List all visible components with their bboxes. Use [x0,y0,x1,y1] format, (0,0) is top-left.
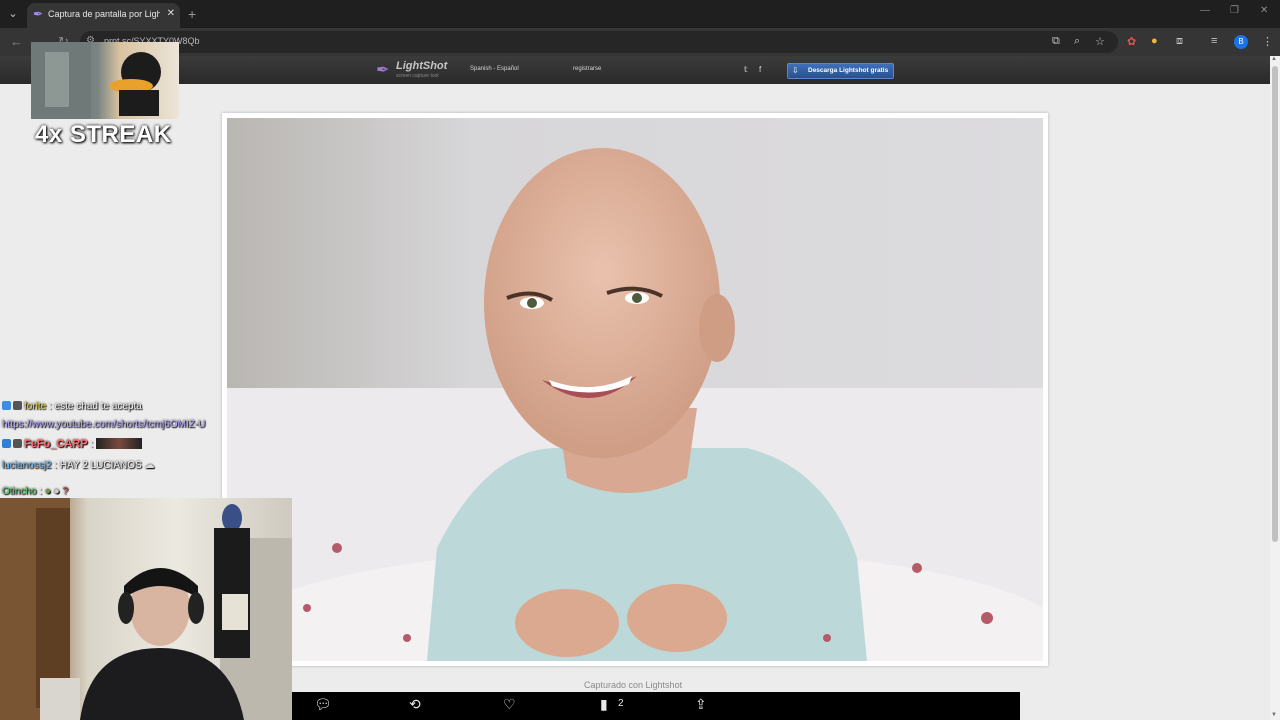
page-scrollbar[interactable]: ▲ ▼ [1270,56,1280,720]
chat-username: lucianossj2 [2,460,52,471]
screenshot-caption: Capturado con Lightshot [584,680,683,690]
bookmark-star-icon[interactable]: ☆ [1095,35,1105,48]
screenshot-frame [222,113,1048,666]
cartoon-duck-illustration [31,42,161,119]
badge-icon [2,401,11,410]
frog-emote-icon: ● [44,486,51,497]
feather-icon: ✒ [33,7,44,21]
photo-illustration [227,118,1043,661]
bomb-emote-icon: ● [53,486,60,497]
views-count: 2 [618,698,624,709]
chat-separator: : [46,401,55,412]
media-control-icon[interactable]: ≡ [1211,35,1217,47]
scrollbar-thumb[interactable] [1272,66,1278,542]
views-bar-chart-icon[interactable]: ▮ [600,696,608,713]
feather-logo-icon: ✒ [376,62,390,79]
chat-username: Otincho [2,486,37,497]
tab-title: Captura de pantalla por Lightshot [48,9,160,19]
language-selector[interactable]: Spanish - Español [470,66,519,72]
twitter-icon[interactable]: 𝕥 [744,65,748,74]
screenshot-image[interactable] [227,118,1043,661]
scroll-down-icon[interactable]: ▼ [1271,712,1277,718]
chat-text: HAY 2 LUCIANOS [59,460,142,471]
question-mark-icon: ? [62,486,69,497]
install-app-icon[interactable]: ⧉ [1052,35,1060,48]
profile-avatar[interactable]: B [1234,35,1248,49]
new-tab-button[interactable]: + [188,6,196,22]
download-icon: ⇩ [792,66,799,75]
extension-icon[interactable]: ✿ [1127,35,1136,48]
chat-message: https://www.youtube.com/shorts/tcmj6OMIZ… [2,419,205,430]
maximize-button[interactable]: ❐ [1230,5,1239,16]
chat-message: forite : este chad te acepta [2,401,142,412]
browser-tab[interactable]: ✒ Captura de pantalla por Lightshot ✕ [27,3,180,28]
reply-comment-icon[interactable]: 💬︎ [314,696,332,713]
tab-search-chevron-down-icon[interactable]: ⌄ [4,5,22,23]
back-arrow-icon[interactable]: ← [10,34,23,49]
webcam-scene-illustration [0,498,292,720]
extension-icon[interactable]: ● [1151,35,1158,47]
browser-toolbar: ← → ↻ ⚙ prnt.sc/SYXXTY0W8Qb ⧉ ⌕ ☆ ✿ ● ⧈ … [0,28,1280,56]
webcam-overlay [0,498,292,720]
logo-name: LightShot [396,60,448,72]
like-heart-icon[interactable]: ♡ [503,696,516,713]
emote-image [95,438,142,449]
chat-message: FeFo_CARP : [2,438,142,450]
scroll-up-icon[interactable]: ▲ [1271,56,1277,62]
logo-tagline: screen capture tool [396,73,439,79]
badge-icon [13,401,22,410]
chat-text: este chad te acepta [54,401,142,412]
chat-message: lucianossj2 : HAY 2 LUCIANOS ☁ [2,460,155,471]
chat-separator: : [87,439,96,450]
streak-gif [31,42,179,119]
minimize-button[interactable]: — [1200,5,1210,16]
chat-link[interactable]: https://www.youtube.com/shorts/tcmj6OMIZ… [2,419,205,430]
tab-close-icon[interactable]: ✕ [167,8,175,19]
badge-icon [2,439,11,448]
register-link[interactable]: registrarse [573,66,601,72]
browser-menu-icon[interactable]: ⋮ [1262,35,1273,48]
zoom-icon[interactable]: ⌕ [1074,35,1080,48]
chat-username: forite [24,401,47,412]
close-window-button[interactable]: ✕ [1260,5,1268,16]
share-icon[interactable]: ⇪ [695,696,707,713]
retweet-icon[interactable]: ⟲ [409,696,421,713]
badge-icon [13,439,22,448]
tweet-action-bar: 💬︎ ⟲ ♡ ▮ 2 ⇪ [292,692,1020,720]
download-button[interactable]: ⇩ Descarga Lightshot gratis [787,63,894,79]
download-label: Descarga Lightshot gratis [808,67,889,74]
emote-icon: ☁ [144,460,155,471]
chat-username: FeFo_CARP [24,438,88,450]
lightshot-header: ✒ LightShot screen capture tool Spanish … [0,56,1280,84]
chat-separator: : [36,486,45,497]
chat-message: Otincho : ● ● ? [2,486,68,497]
facebook-icon[interactable]: f [759,65,761,74]
address-bar[interactable]: ⚙ prnt.sc/SYXXTY0W8Qb ⧉ ⌕ ☆ [80,31,1118,53]
extensions-puzzle-icon[interactable]: ⧈ [1176,35,1183,48]
streak-counter: 4x STREAK [35,121,172,148]
chat-separator: : [51,460,60,471]
browser-tab-strip: ⌄ ✒ Captura de pantalla por Lightshot ✕ … [0,0,1280,28]
